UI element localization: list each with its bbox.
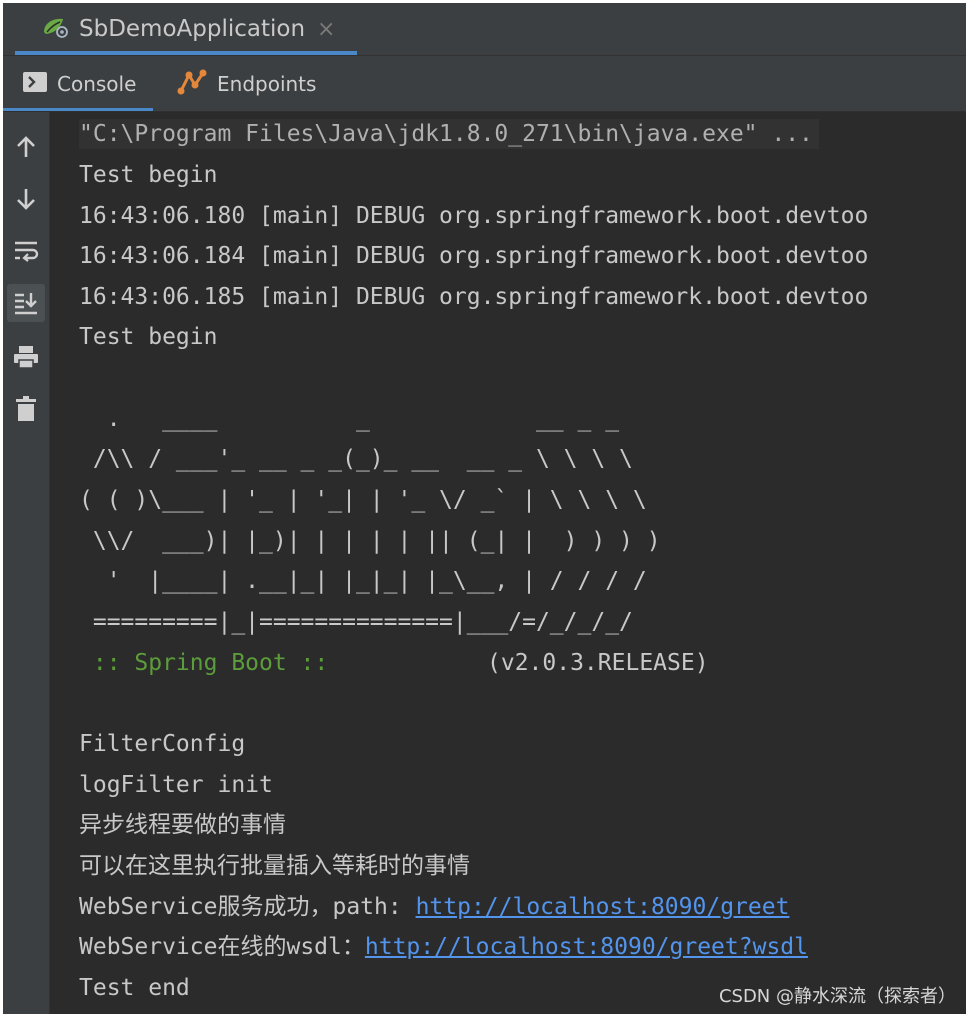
watermark: CSDN @静水深流（探索者） bbox=[718, 986, 956, 1007]
log-line: 16:43:06.185 [main] DEBUG org.springfram… bbox=[79, 284, 869, 310]
ascii-banner-line: ( ( )\___ | '_ | '_| | '_ \/ _` | \ \ \ … bbox=[79, 487, 647, 513]
log-line: Test begin bbox=[79, 324, 218, 350]
greet-url-link[interactable]: http://localhost:8090/greet bbox=[416, 894, 790, 920]
up-arrow-icon[interactable] bbox=[7, 128, 45, 166]
ascii-banner-line: \\/ ___)| |_)| | | | | || (_| | ) ) ) ) bbox=[79, 528, 661, 554]
console-icon bbox=[23, 71, 47, 96]
log-line: 异步线程要做的事情 bbox=[79, 812, 286, 838]
log-line: 16:43:06.180 [main] DEBUG org.springfram… bbox=[79, 203, 869, 229]
ascii-banner-line: /\\ / ___'_ __ _ _(_)_ __ __ _ \ \ \ \ bbox=[79, 446, 633, 472]
spring-boot-version: (v2.0.3.RELEASE) bbox=[487, 650, 709, 676]
log-text: WebService服务成功，path: bbox=[79, 894, 416, 920]
ide-run-window: SbDemoApplication × Console Endpoints "C… bbox=[3, 3, 966, 1014]
log-line: logFilter init bbox=[79, 772, 273, 798]
log-line: WebService在线的wsdl：http://localhost:8090/… bbox=[79, 932, 808, 962]
log-line: 16:43:06.184 [main] DEBUG org.springfram… bbox=[79, 243, 869, 269]
wsdl-url-link[interactable]: http://localhost:8090/greet?wsdl bbox=[365, 934, 808, 960]
run-tab-sbdemoapplication[interactable]: SbDemoApplication × bbox=[15, 3, 357, 55]
soft-wrap-icon[interactable] bbox=[7, 232, 45, 270]
scroll-to-end-icon[interactable] bbox=[7, 284, 45, 322]
tab-console[interactable]: Console bbox=[3, 56, 153, 111]
active-tab-indicator bbox=[15, 51, 357, 55]
run-tabs-bar: SbDemoApplication × bbox=[3, 3, 966, 56]
close-icon[interactable]: × bbox=[317, 17, 335, 42]
ascii-banner-line: . ____ _ __ _ _ bbox=[79, 406, 620, 432]
tool-tabs-bar: Console Endpoints bbox=[3, 56, 966, 112]
log-text: WebService在线的wsdl： bbox=[79, 934, 365, 960]
ascii-banner-line: ' |____| .__|_| |_|_| |_\__, | / / / / bbox=[79, 568, 647, 594]
trash-icon[interactable] bbox=[7, 390, 45, 428]
console-toolbar bbox=[3, 112, 50, 1014]
tab-console-label: Console bbox=[57, 71, 137, 96]
log-line: Test begin bbox=[79, 162, 218, 188]
print-icon[interactable] bbox=[7, 338, 45, 376]
command-line: "C:\Program Files\Java\jdk1.8.0_271\bin\… bbox=[79, 119, 819, 149]
down-arrow-icon[interactable] bbox=[7, 180, 45, 218]
log-line: FilterConfig bbox=[79, 731, 246, 757]
endpoints-icon bbox=[177, 69, 207, 99]
active-tab-indicator bbox=[3, 108, 153, 111]
tab-endpoints-label: Endpoints bbox=[217, 71, 317, 96]
log-line: WebService服务成功，path: http://localhost:80… bbox=[79, 892, 789, 922]
log-line: Test end bbox=[79, 975, 190, 1001]
tab-endpoints[interactable]: Endpoints bbox=[173, 56, 323, 111]
log-line: 可以在这里执行批量插入等耗时的事情 bbox=[79, 853, 470, 879]
spring-boot-label: :: Spring Boot :: bbox=[79, 650, 329, 676]
ascii-banner-line: =========|_|==============|___/=/_/_/_/ bbox=[79, 609, 633, 635]
run-tab-title: SbDemoApplication bbox=[79, 16, 306, 42]
console-output[interactable]: "C:\Program Files\Java\jdk1.8.0_271\bin\… bbox=[50, 112, 966, 1014]
spring-boot-run-icon bbox=[41, 15, 71, 43]
